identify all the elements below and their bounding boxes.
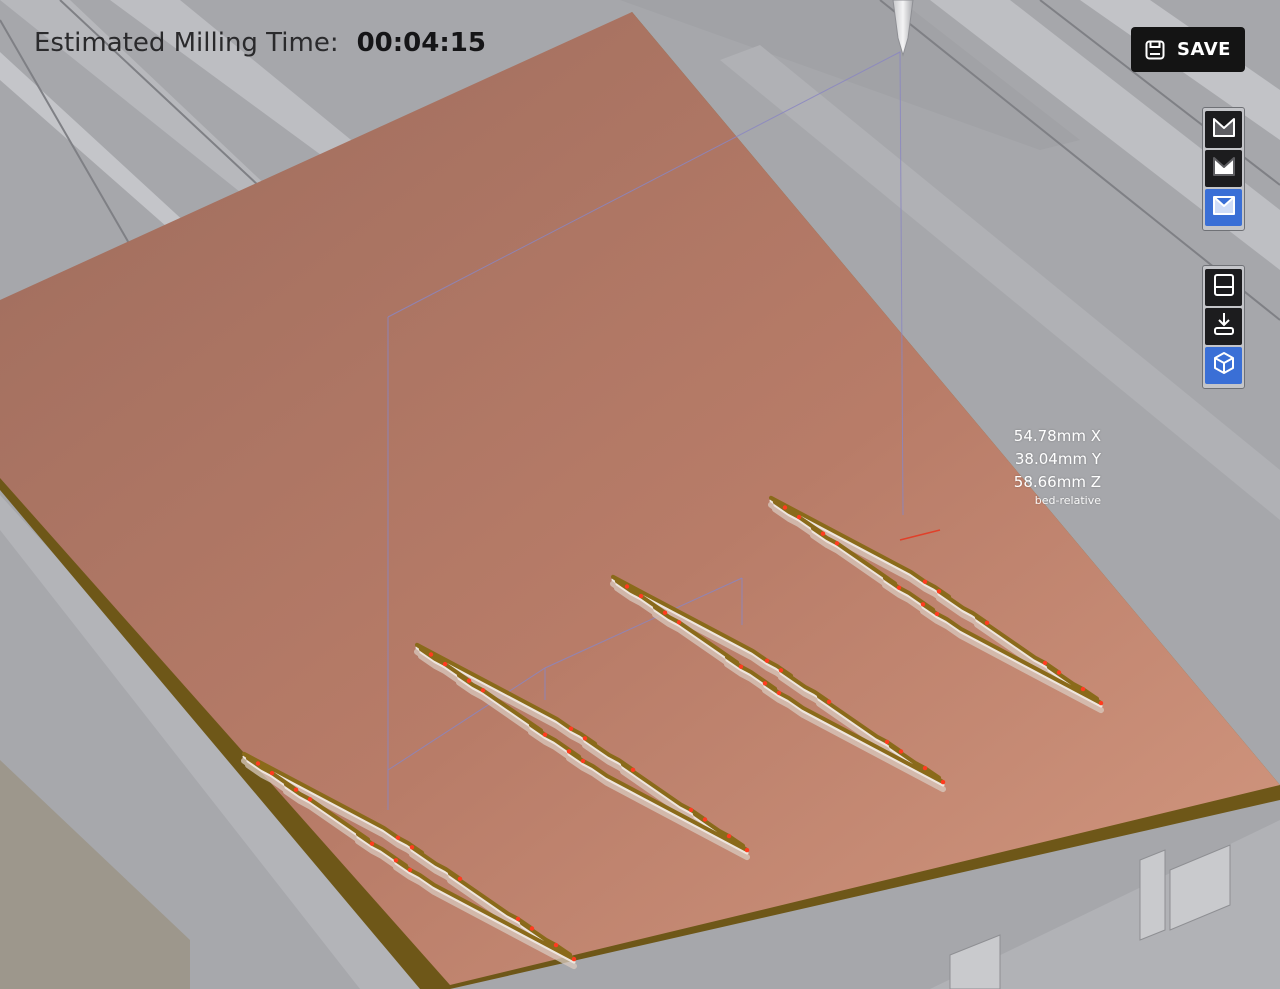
tab-marker [571, 956, 577, 962]
save-label: SAVE [1177, 39, 1231, 60]
tab-marker [1098, 700, 1104, 706]
tab-marker [984, 620, 990, 625]
material-cut-outline-icon [1211, 192, 1237, 223]
tab-marker [744, 847, 750, 853]
tab-marker [466, 678, 472, 683]
tab-marker [409, 845, 415, 850]
tab-marker [922, 579, 928, 584]
tab-marker [480, 688, 486, 693]
tab-marker [255, 761, 261, 766]
position-z: 58.66mm Z [1013, 473, 1101, 491]
view-front-button[interactable] [1205, 308, 1242, 345]
tab-marker [776, 690, 782, 696]
bit-position-readout: 54.78mm X 38.04mm Y 58.66mm Z bed-relati… [960, 425, 1101, 507]
tab-marker [369, 841, 375, 846]
view-3d-cube-icon [1211, 350, 1237, 381]
tab-marker [896, 585, 902, 590]
view-front-icon [1211, 311, 1237, 342]
tab-marker [726, 833, 732, 839]
tab-marker [553, 942, 559, 948]
position-reference: bed-relative [1034, 494, 1101, 507]
tab-marker [922, 765, 928, 771]
tab-marker [764, 658, 770, 663]
tab-marker [638, 593, 644, 599]
tab-marker [688, 807, 694, 813]
view-top-icon [1211, 272, 1237, 303]
tab-marker [738, 664, 744, 669]
camera-view-toggle-group [1202, 265, 1245, 389]
tab-marker [834, 541, 840, 546]
position-x: 54.78mm X [1013, 427, 1101, 445]
tab-marker [920, 602, 926, 607]
tab-marker [542, 732, 548, 737]
material-view-toggle-group [1202, 107, 1245, 231]
milling-time-label: Estimated Milling Time: [34, 28, 339, 58]
tab-marker [1042, 660, 1048, 666]
tab-marker [580, 758, 586, 764]
tab-marker [1056, 670, 1062, 675]
tab-marker [582, 736, 588, 741]
tab-marker [778, 668, 784, 673]
milling-time-value: 00:04:15 [356, 28, 486, 58]
tab-marker [662, 610, 668, 615]
tab-marker [395, 835, 401, 840]
view-3d-cube-button[interactable] [1205, 347, 1242, 384]
milling-time-estimate: Estimated Milling Time: 00:04:15 [34, 28, 486, 58]
material-cut-outline-button[interactable] [1205, 189, 1242, 226]
tab-marker [407, 867, 413, 873]
tab-marker [428, 652, 434, 657]
tab-marker [826, 699, 832, 704]
tab-marker [796, 514, 802, 520]
tab-marker [624, 584, 630, 589]
tab-marker [393, 858, 399, 863]
tab-marker [782, 505, 788, 510]
tab-marker [269, 770, 275, 776]
tab-marker [940, 779, 946, 785]
tab-marker [898, 749, 904, 754]
tab-marker [529, 926, 535, 931]
view-top-button[interactable] [1205, 269, 1242, 306]
material-cut-dark-icon [1211, 114, 1237, 145]
tab-marker [820, 531, 826, 536]
material-cut-dark-button[interactable] [1205, 111, 1242, 148]
save-icon [1145, 40, 1165, 60]
tab-marker [457, 876, 463, 881]
tab-marker [884, 739, 890, 745]
position-y: 38.04mm Y [1014, 450, 1101, 468]
tab-marker [568, 726, 574, 731]
material-cut-light-button[interactable] [1205, 150, 1242, 187]
tab-marker [934, 611, 940, 617]
tab-marker [936, 589, 942, 594]
tab-marker [762, 681, 768, 686]
tab-marker [442, 661, 448, 667]
tab-marker [630, 767, 636, 772]
material-cut-light-icon [1211, 153, 1237, 184]
tab-marker [676, 620, 682, 625]
tab-marker [566, 749, 572, 754]
tab-marker [307, 797, 313, 802]
tab-marker [515, 916, 521, 922]
save-button[interactable]: SAVE [1131, 27, 1245, 72]
tab-marker [1080, 686, 1086, 692]
tab-marker [293, 787, 299, 792]
tab-marker [702, 817, 708, 822]
